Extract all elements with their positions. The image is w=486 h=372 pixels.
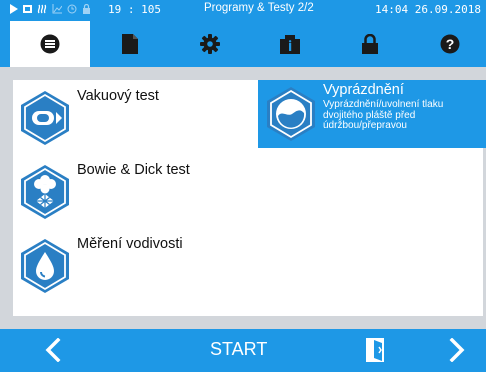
program-vacuum-test[interactable]: Vakuový test: [19, 88, 259, 148]
status-icons: [10, 4, 91, 14]
tab-document[interactable]: [90, 21, 170, 67]
cycle-counter: 19 : 105: [108, 3, 161, 16]
lock-icon: [362, 34, 378, 54]
vacuum-test-icon: [21, 91, 69, 145]
tab-settings[interactable]: [170, 21, 250, 67]
graph-icon: [52, 4, 62, 14]
bowie-dick-icon: [21, 165, 69, 219]
selected-program-description: Vyprázdnění/uvolnení tlaku dvojitého plá…: [323, 99, 444, 131]
lock-icon: [83, 4, 90, 14]
date-time: 14:04 26.09.2018: [375, 3, 481, 16]
door-button[interactable]: [360, 335, 390, 365]
chevron-right-icon: [449, 338, 465, 362]
door-icon: [366, 338, 384, 362]
svg-text:?: ?: [446, 36, 455, 52]
clock-icon: [67, 4, 77, 14]
program-label: Bowie & Dick test: [77, 162, 190, 178]
steam-icon: [37, 4, 47, 14]
tab-help[interactable]: ?: [410, 21, 486, 67]
next-button[interactable]: [442, 335, 472, 365]
tab-bar: ?: [0, 21, 486, 67]
document-icon: [122, 34, 138, 54]
drain-icon: [267, 87, 315, 141]
cycle-icon: [23, 5, 32, 13]
program-drain-selected[interactable]: Vyprázdnění Vyprázdnění/uvolnení tlaku d…: [258, 80, 486, 148]
gear-icon: [200, 34, 220, 54]
program-label: Měření vodivosti: [77, 236, 183, 252]
main-area: Vakuový test Bowie & Dick test Měření vo…: [0, 67, 486, 329]
chevron-left-icon: [45, 338, 61, 362]
tab-lock[interactable]: [330, 21, 410, 67]
info-icon: [280, 35, 300, 54]
play-icon: [10, 4, 18, 14]
program-conductivity[interactable]: Měření vodivosti: [19, 236, 259, 296]
help-icon: ?: [440, 34, 460, 54]
start-button[interactable]: START: [210, 339, 267, 360]
previous-button[interactable]: [38, 335, 68, 365]
program-label: Vakuový test: [77, 88, 159, 104]
tab-list[interactable]: [10, 21, 90, 67]
status-bar: 19 : 105 Programy & Testy 2/2 14:04 26.0…: [0, 0, 486, 21]
page-title: Programy & Testy 2/2: [204, 2, 314, 14]
program-bowie-dick[interactable]: Bowie & Dick test: [19, 162, 259, 222]
conductivity-icon: [21, 239, 69, 293]
selected-program-title: Vyprázdnění: [323, 82, 404, 98]
tab-info[interactable]: [250, 21, 330, 67]
bottom-bar: START: [0, 329, 486, 372]
list-icon: [40, 34, 60, 54]
